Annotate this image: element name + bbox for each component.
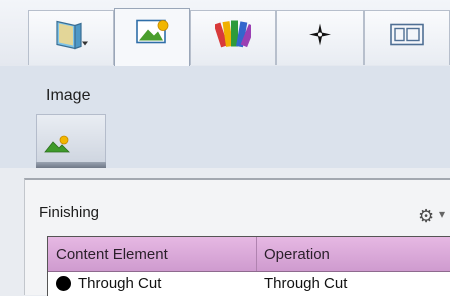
image-icon [132, 18, 172, 53]
column-divider[interactable] [256, 237, 257, 271]
finishing-panel: Finishing ⚙ ▾ Content Element Operation … [24, 178, 450, 296]
tab-color[interactable] [190, 10, 276, 65]
image-panel: Image [0, 66, 450, 169]
crosshair-icon [307, 22, 333, 53]
image-panel-title: Image [46, 87, 91, 104]
gear-icon[interactable]: ⚙ [418, 206, 434, 227]
layout-icon [388, 22, 426, 53]
chevron-down-icon[interactable]: ▾ [439, 207, 445, 221]
finishing-table: Content Element Operation Through Cut Th… [47, 236, 450, 296]
cell-operation: Through Cut [264, 275, 348, 292]
black-dot-icon [56, 276, 71, 291]
finishing-title: Finishing [39, 204, 100, 221]
cell-content-element: Through Cut [78, 275, 162, 292]
column-header-content-element[interactable]: Content Element [56, 246, 168, 263]
color-swatch-icon [213, 17, 256, 58]
table-header: Content Element Operation [48, 237, 450, 272]
panel-gap [0, 168, 450, 178]
image-icon [43, 135, 71, 160]
tab-book[interactable] [28, 10, 114, 65]
table-row[interactable]: Through Cut Through Cut [48, 272, 450, 296]
column-header-operation[interactable]: Operation [264, 246, 330, 263]
image-subtab[interactable] [36, 114, 106, 168]
toolbar-tabs [0, 0, 450, 67]
tab-image[interactable] [114, 8, 190, 67]
tab-layout[interactable] [364, 10, 450, 65]
tab-crosshair[interactable] [276, 10, 364, 65]
book-dropdown-icon [51, 18, 91, 57]
